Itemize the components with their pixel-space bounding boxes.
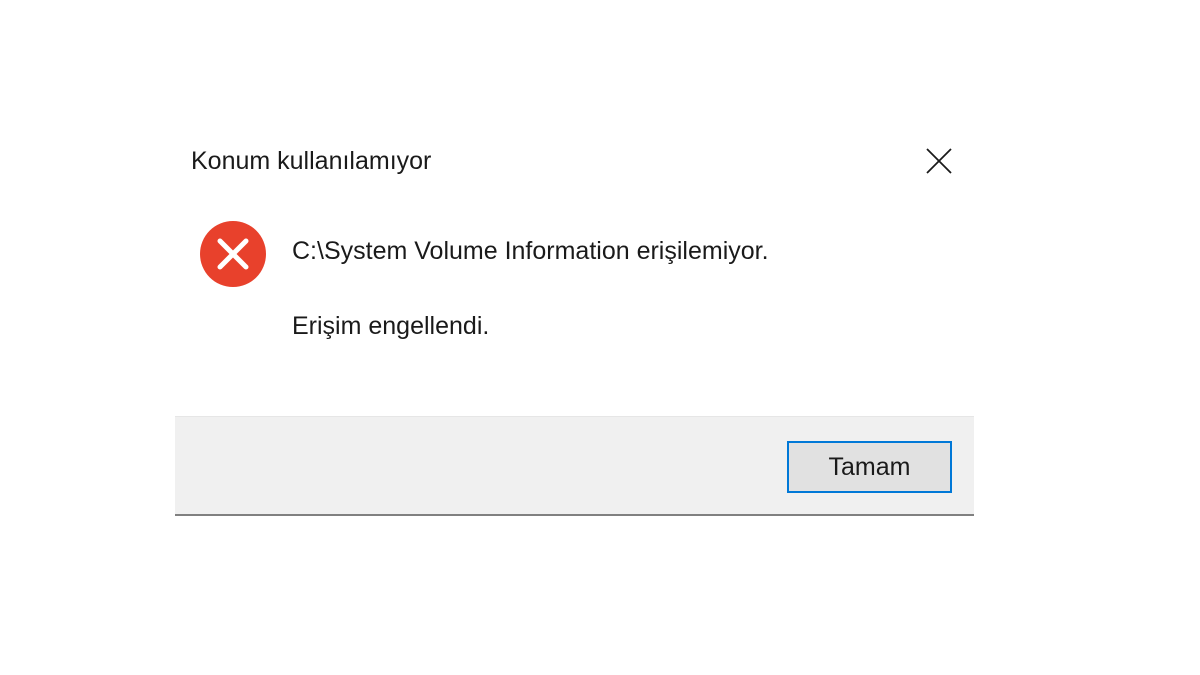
screen: Konum kullanılamıyor C:\System Volume In…: [0, 0, 1200, 675]
dialog-titlebar: Konum kullanılamıyor: [175, 118, 974, 198]
dialog-footer: Tamam: [175, 416, 974, 516]
close-icon: [926, 148, 952, 174]
error-message: C:\System Volume Information erişilemiyo…: [292, 237, 769, 265]
error-icon: [200, 221, 266, 287]
ok-button[interactable]: Tamam: [787, 441, 952, 493]
close-button[interactable]: [921, 143, 957, 179]
error-dialog: Konum kullanılamıyor C:\System Volume In…: [175, 118, 974, 518]
dialog-content: C:\System Volume Information erişilemiyo…: [175, 198, 974, 416]
error-detail: Erişim engellendi.: [292, 312, 490, 340]
dialog-title: Konum kullanılamıyor: [191, 147, 432, 175]
